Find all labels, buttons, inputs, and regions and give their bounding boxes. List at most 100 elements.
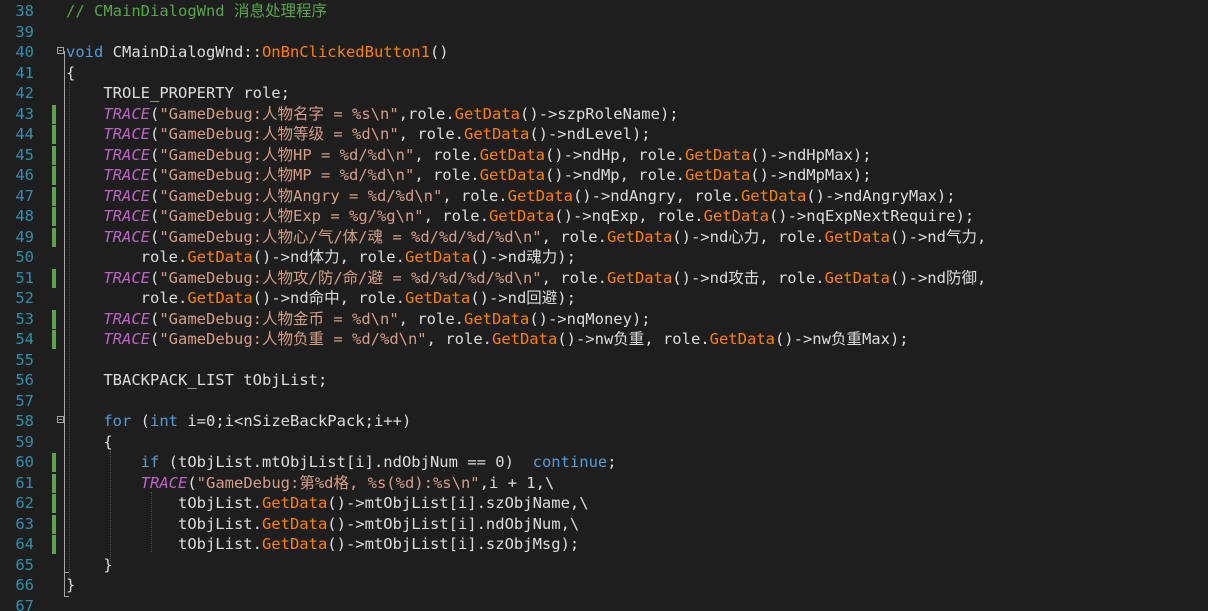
change-indicator (52, 125, 56, 144)
code-token-default: TROLE_PROPERTY role; (66, 84, 290, 102)
code-token-string: "GameDebug:人物MP = %d/%d\n" (159, 166, 415, 184)
code-line[interactable]: 47 TRACE("GameDebug:人物Angry = %d/%d\n", … (0, 186, 1208, 207)
code-token-default (66, 207, 103, 225)
code-line[interactable]: 52 role.GetData()->nd命中, role.GetData()-… (0, 288, 1208, 309)
code-token-function: GetData (684, 166, 751, 184)
code-line[interactable]: 42 TROLE_PROPERTY role; (0, 83, 1208, 104)
code-token-function: GetData (606, 227, 673, 246)
code-line[interactable]: 54 TRACE("GameDebug:人物负重 = %d/%d\n", rol… (0, 329, 1208, 350)
code-line[interactable]: 66} (0, 575, 1208, 596)
code-token-function: GetData (488, 207, 555, 225)
code-text[interactable]: role.GetData()->nd命中, role.GetData()->nd… (66, 288, 576, 309)
code-line[interactable]: 51 TRACE("GameDebug:人物攻/防/命/避 = %d/%d/%d… (0, 268, 1208, 289)
code-text[interactable]: { (66, 432, 112, 453)
code-text[interactable]: TRACE("GameDebug:人物Exp = %g/%g\n", role.… (66, 206, 974, 227)
code-token-function: GetData (824, 227, 890, 246)
line-number: 60 (15, 453, 34, 471)
code-line[interactable]: 59 { (0, 432, 1208, 453)
code-line[interactable]: 48 TRACE("GameDebug:人物Exp = %g/%g\n", ro… (0, 206, 1208, 227)
code-text[interactable]: void CMainDialogWnd::OnBnClickedButton1(… (66, 42, 449, 63)
code-text[interactable]: TRACE("GameDebug:人物攻/防/命/避 = %d/%d/%d/%d… (66, 268, 986, 289)
code-line[interactable]: 56 TBACKPACK_LIST tObjList; (0, 370, 1208, 391)
code-token-macro: TRACE (103, 104, 150, 123)
code-line[interactable]: 65 } (0, 555, 1208, 576)
code-token-default: ()->nd回避); (470, 289, 576, 307)
code-token-string: "GameDebug:人物Angry = %d/%d\n" (159, 186, 443, 205)
code-token-function: GetData (404, 248, 471, 266)
code-token-default: ()->nd心力, role. (672, 227, 825, 246)
code-line[interactable]: 49 TRACE("GameDebug:人物心/气/体/魂 = %d/%d/%d… (0, 227, 1208, 248)
code-line[interactable]: 39 (0, 22, 1208, 43)
code-text[interactable]: TRACE("GameDebug:第%d格, %s(%d):%s\n",i + … (66, 473, 555, 494)
code-text[interactable]: tObjList.GetData()->mtObjList[i].szObjNa… (66, 493, 589, 514)
code-token-function: GetData (606, 268, 673, 287)
code-text[interactable]: TROLE_PROPERTY role; (66, 83, 290, 104)
code-text[interactable]: TRACE("GameDebug:人物心/气/体/魂 = %d/%d/%d/%d… (66, 227, 986, 248)
code-token-macro: TRACE (140, 473, 188, 492)
code-line[interactable]: 50 role.GetData()->nd体力, role.GetData()-… (0, 247, 1208, 268)
code-line[interactable]: 38 // CMainDialogWnd 消息处理程序 (0, 1, 1208, 22)
code-token-function: GetData (684, 145, 751, 164)
line-number: 45 (15, 145, 34, 164)
code-token-default (66, 310, 103, 328)
code-line[interactable]: 62 tObjList.GetData()->mtObjList[i].szOb… (0, 493, 1208, 514)
code-line[interactable]: 60 if (tObjList.mtObjList[i].ndObjNum ==… (0, 452, 1208, 473)
line-number: 47 (15, 186, 34, 205)
code-token-macro: TRACE (103, 268, 150, 287)
code-token-default (66, 453, 141, 471)
code-line[interactable]: 46 TRACE("GameDebug:人物MP = %d/%d\n", rol… (0, 165, 1208, 186)
code-line[interactable]: 57 (0, 391, 1208, 412)
code-token-macro: TRACE (103, 330, 150, 348)
code-line[interactable]: 61 TRACE("GameDebug:第%d格, %s(%d):%s\n",i… (0, 473, 1208, 494)
code-line[interactable]: 45 TRACE("GameDebug:人物HP = %d/%d\n", rol… (0, 145, 1208, 166)
code-editor[interactable]: 38 // CMainDialogWnd 消息处理程序 39 40 void CMain… (0, 0, 1208, 611)
collapse-icon[interactable] (57, 47, 64, 54)
code-line[interactable]: 58 for (int i=0;i<nSizeBackPack;i++) (0, 411, 1208, 432)
code-text[interactable]: TRACE("GameDebug:人物金币 = %d\n", role.GetD… (66, 309, 650, 330)
code-token-keyword: for (103, 412, 132, 430)
line-number: 50 (15, 248, 34, 266)
code-line[interactable]: 43 TRACE("GameDebug:人物名字 = %s\n",role.Ge… (0, 104, 1208, 125)
code-token-string: "GameDebug:人物心/气/体/魂 = %d/%d/%d/%d\n" (159, 227, 542, 246)
code-line[interactable]: 63 tObjList.GetData()->mtObjList[i].ndOb… (0, 514, 1208, 535)
code-token-macro: TRACE (103, 309, 150, 328)
code-token-function: GetData (703, 207, 769, 225)
code-text[interactable]: if (tObjList.mtObjList[i].ndObjNum == 0)… (66, 452, 617, 473)
code-text[interactable]: tObjList.GetData()->mtObjList[i].ndObjNu… (66, 514, 579, 535)
code-line[interactable]: 67 (0, 596, 1208, 611)
line-number: 61 (15, 473, 34, 492)
code-token-default: , role. (426, 330, 492, 348)
code-text[interactable]: TRACE("GameDebug:人物HP = %d/%d\n", role.G… (66, 145, 871, 166)
code-token-default: ( (187, 473, 197, 492)
code-text[interactable]: TRACE("GameDebug:人物等级 = %d\n", role.GetD… (66, 124, 650, 145)
code-token-default: ()->nd攻击, role. (672, 268, 825, 287)
code-text[interactable]: tObjList.GetData()->mtObjList[i].szObjMs… (66, 534, 579, 555)
code-text[interactable]: for (int i=0;i<nSizeBackPack;i++) (66, 411, 411, 432)
code-line[interactable]: 53 TRACE("GameDebug:人物金币 = %d\n", role.G… (0, 309, 1208, 330)
code-line[interactable]: 41 { (0, 63, 1208, 84)
collapse-icon[interactable] (57, 416, 64, 423)
line-number: 55 (15, 350, 34, 369)
code-text[interactable]: TRACE("GameDebug:人物负重 = %d/%d\n", role.G… (66, 329, 908, 350)
code-text[interactable]: role.GetData()->nd体力, role.GetData()->nd… (66, 247, 576, 268)
code-line[interactable]: 64 tObjList.GetData()->mtObjList[i].szOb… (0, 534, 1208, 555)
code-line[interactable]: 40 void CMainDialogWnd::OnBnClickedButton… (0, 42, 1208, 63)
code-token-default: ()->nd体力, role. (252, 248, 405, 266)
code-token-function: GetData (491, 330, 558, 348)
code-text[interactable]: } (66, 575, 75, 596)
code-text[interactable]: TBACKPACK_LIST tObjList; (66, 370, 327, 391)
code-token-default: } (66, 555, 113, 574)
change-indicator (52, 268, 56, 288)
code-token-default: ()->mtObjList[i].ndObjNum,\ (327, 514, 580, 533)
code-text[interactable]: TRACE("GameDebug:人物Angry = %d/%d\n", rol… (66, 186, 955, 207)
code-text[interactable]: } (66, 555, 113, 576)
code-text[interactable]: // CMainDialogWnd 消息处理程序 (66, 1, 327, 22)
code-text[interactable]: { (66, 63, 75, 84)
code-line[interactable]: 55 (0, 350, 1208, 371)
code-line[interactable]: 44 TRACE("GameDebug:人物等级 = %d\n", role.G… (0, 124, 1208, 145)
code-text[interactable]: TRACE("GameDebug:人物MP = %d/%d\n", role.G… (66, 165, 871, 186)
line-number: 66 (15, 576, 34, 594)
code-token-default: tObjList. (66, 514, 262, 533)
code-text[interactable]: TRACE("GameDebug:人物名字 = %s\n",role.GetDa… (66, 104, 678, 125)
code-token-string: "GameDebug:人物HP = %d/%d\n" (159, 145, 415, 164)
